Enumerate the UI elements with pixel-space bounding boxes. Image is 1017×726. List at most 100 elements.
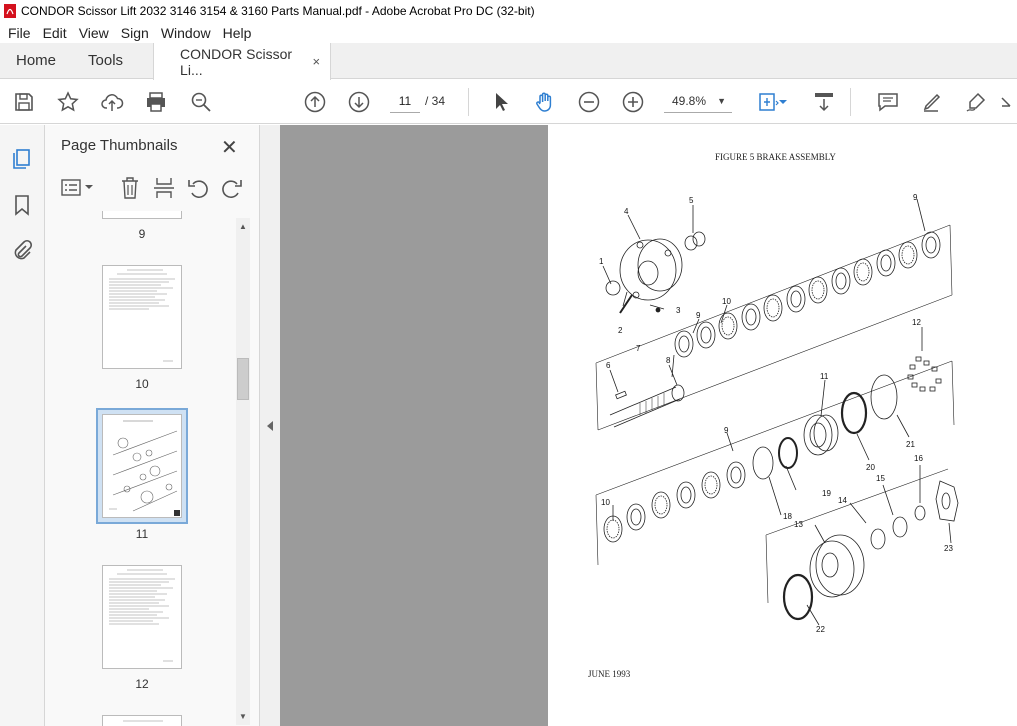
callout-label: 12 [912, 318, 921, 327]
menu-help[interactable]: Help [217, 25, 258, 41]
thumbnail-preview [109, 420, 180, 516]
callout-label: 10 [722, 297, 731, 306]
menu-window[interactable]: Window [155, 25, 217, 41]
thumbnail-label: 9 [138, 227, 146, 241]
scroll-mode-icon[interactable] [812, 90, 836, 114]
brake-assembly-drawing: 1 2 3 4 5 9 10 9 6 7 8 12 11 21 20 9 19 … [595, 193, 959, 634]
page-total: / 34 [425, 94, 446, 108]
window-titlebar: CONDOR Scissor Lift 2032 3146 3154 & 316… [0, 0, 1017, 22]
tab-tools[interactable]: Tools [72, 43, 139, 78]
tab-document[interactable]: CONDOR Scissor Li... × [153, 43, 332, 80]
main-toolbar [0, 80, 1017, 124]
page-thumbnail-selected[interactable] [102, 414, 182, 518]
tab-home[interactable]: Home [0, 43, 72, 78]
sign-pen-icon[interactable] [964, 90, 988, 114]
zoom-in-icon[interactable] [621, 90, 645, 114]
highlight-pen-icon[interactable] [920, 90, 944, 114]
callout-label: 6 [606, 361, 611, 370]
scrollbar-thumb[interactable] [237, 358, 249, 400]
page-thumbnail[interactable] [102, 565, 182, 669]
page-footer-date: JUNE 1993 [588, 669, 631, 679]
navigation-rail [0, 125, 45, 726]
page-thumbnail[interactable] [102, 211, 182, 219]
callout-label: 10 [601, 498, 610, 507]
menu-bar: File Edit View Sign Window Help [0, 22, 1017, 43]
callout-label: 5 [689, 196, 694, 205]
collapse-arrow-icon[interactable] [265, 420, 275, 432]
callout-label: 9 [696, 311, 701, 320]
callout-label: 18 [783, 512, 792, 521]
delete-page-icon[interactable] [119, 176, 141, 200]
thumbnail-label: 12 [135, 677, 149, 691]
bookmarks-icon[interactable] [10, 193, 34, 217]
previous-page-icon[interactable] [303, 90, 327, 114]
callout-label: 9 [913, 193, 918, 202]
callout-label: 8 [666, 356, 671, 365]
save-icon[interactable] [12, 90, 36, 114]
rotate-clockwise-icon[interactable] [221, 176, 243, 200]
callout-label: 19 [822, 489, 831, 498]
scroll-up-arrow-icon[interactable]: ▲ [239, 222, 247, 231]
panel-toolbar [57, 175, 252, 201]
select-pointer-icon[interactable] [489, 90, 513, 114]
callout-label: 3 [676, 306, 681, 315]
thumbnail-preview [109, 569, 175, 662]
menu-file[interactable]: File [2, 25, 37, 41]
print-icon[interactable] [144, 90, 168, 114]
thumbnail-list: 9 10 11 12 [55, 211, 241, 726]
bookmark-star-icon[interactable] [56, 90, 80, 114]
page-number-input[interactable]: 11 [390, 89, 420, 113]
chevron-down-icon[interactable] [85, 183, 93, 191]
tab-document-label: CONDOR Scissor Li... [180, 45, 293, 78]
hand-tool-icon[interactable] [533, 90, 557, 114]
zoom-out-icon[interactable] [577, 90, 601, 114]
attachments-icon[interactable] [10, 239, 34, 263]
callout-label: 20 [866, 463, 875, 472]
callout-label: 22 [816, 625, 825, 634]
window-title: CONDOR Scissor Lift 2032 3146 3154 & 316… [21, 4, 535, 18]
callout-label: 14 [838, 496, 847, 505]
callout-label: 13 [794, 520, 803, 529]
zoom-level-select[interactable]: 49.8% ▼ [664, 89, 732, 113]
close-panel-icon[interactable]: ✕ [221, 135, 238, 160]
scroll-down-arrow-icon[interactable]: ▼ [239, 712, 247, 721]
zoom-level-value: 49.8% [672, 94, 707, 108]
thumbnail-label: 11 [135, 527, 149, 541]
panel-collapse-bar[interactable] [260, 125, 280, 726]
next-page-icon[interactable] [347, 90, 371, 114]
chevron-down-icon[interactable] [778, 90, 788, 114]
page-thumbnails-icon[interactable] [10, 147, 34, 171]
callout-label: 11 [820, 372, 829, 381]
zoom-dropdown-caret-icon[interactable]: ▼ [717, 89, 726, 113]
toolbar-separator [468, 88, 469, 116]
toolbar-separator [850, 88, 851, 116]
thumbnail-preview [109, 269, 175, 362]
thumbnail-options-icon[interactable] [61, 177, 83, 199]
callout-label: 21 [906, 440, 915, 449]
close-tab-icon[interactable]: × [312, 54, 320, 69]
more-tools-icon[interactable] [998, 90, 1016, 114]
zoom-search-icon[interactable] [189, 90, 213, 114]
document-viewer[interactable]: FIGURE 5 BRAKE ASSEMBLY 1 2 3 4 5 9 10 9… [280, 125, 1017, 726]
callout-label: 15 [876, 474, 885, 483]
rotate-counterclockwise-icon[interactable] [187, 176, 209, 200]
callout-label: 16 [914, 454, 923, 463]
part-callouts: 1 2 3 4 5 9 10 9 6 7 8 12 11 21 20 9 19 … [599, 193, 953, 634]
page-thumbnail[interactable] [102, 265, 182, 369]
menu-view[interactable]: View [73, 25, 115, 41]
fit-page-icon[interactable] [756, 90, 780, 114]
thumbnail-label: 10 [135, 377, 149, 391]
panel-title: Page Thumbnails [61, 137, 178, 154]
insert-page-icon[interactable] [153, 176, 175, 200]
callout-label: 4 [624, 207, 629, 216]
callout-label: 7 [636, 344, 641, 353]
menu-edit[interactable]: Edit [37, 25, 73, 41]
menu-sign[interactable]: Sign [115, 25, 155, 41]
comment-icon[interactable] [876, 90, 900, 114]
page-thumbnail[interactable] [102, 715, 182, 726]
pdf-app-icon [4, 4, 16, 18]
thumbnail-scrollbar[interactable]: ▲ ▼ [236, 218, 250, 725]
callout-label: 23 [944, 544, 953, 553]
tab-bar: Home Tools CONDOR Scissor Li... × [0, 43, 1017, 80]
upload-cloud-icon[interactable] [100, 90, 124, 114]
